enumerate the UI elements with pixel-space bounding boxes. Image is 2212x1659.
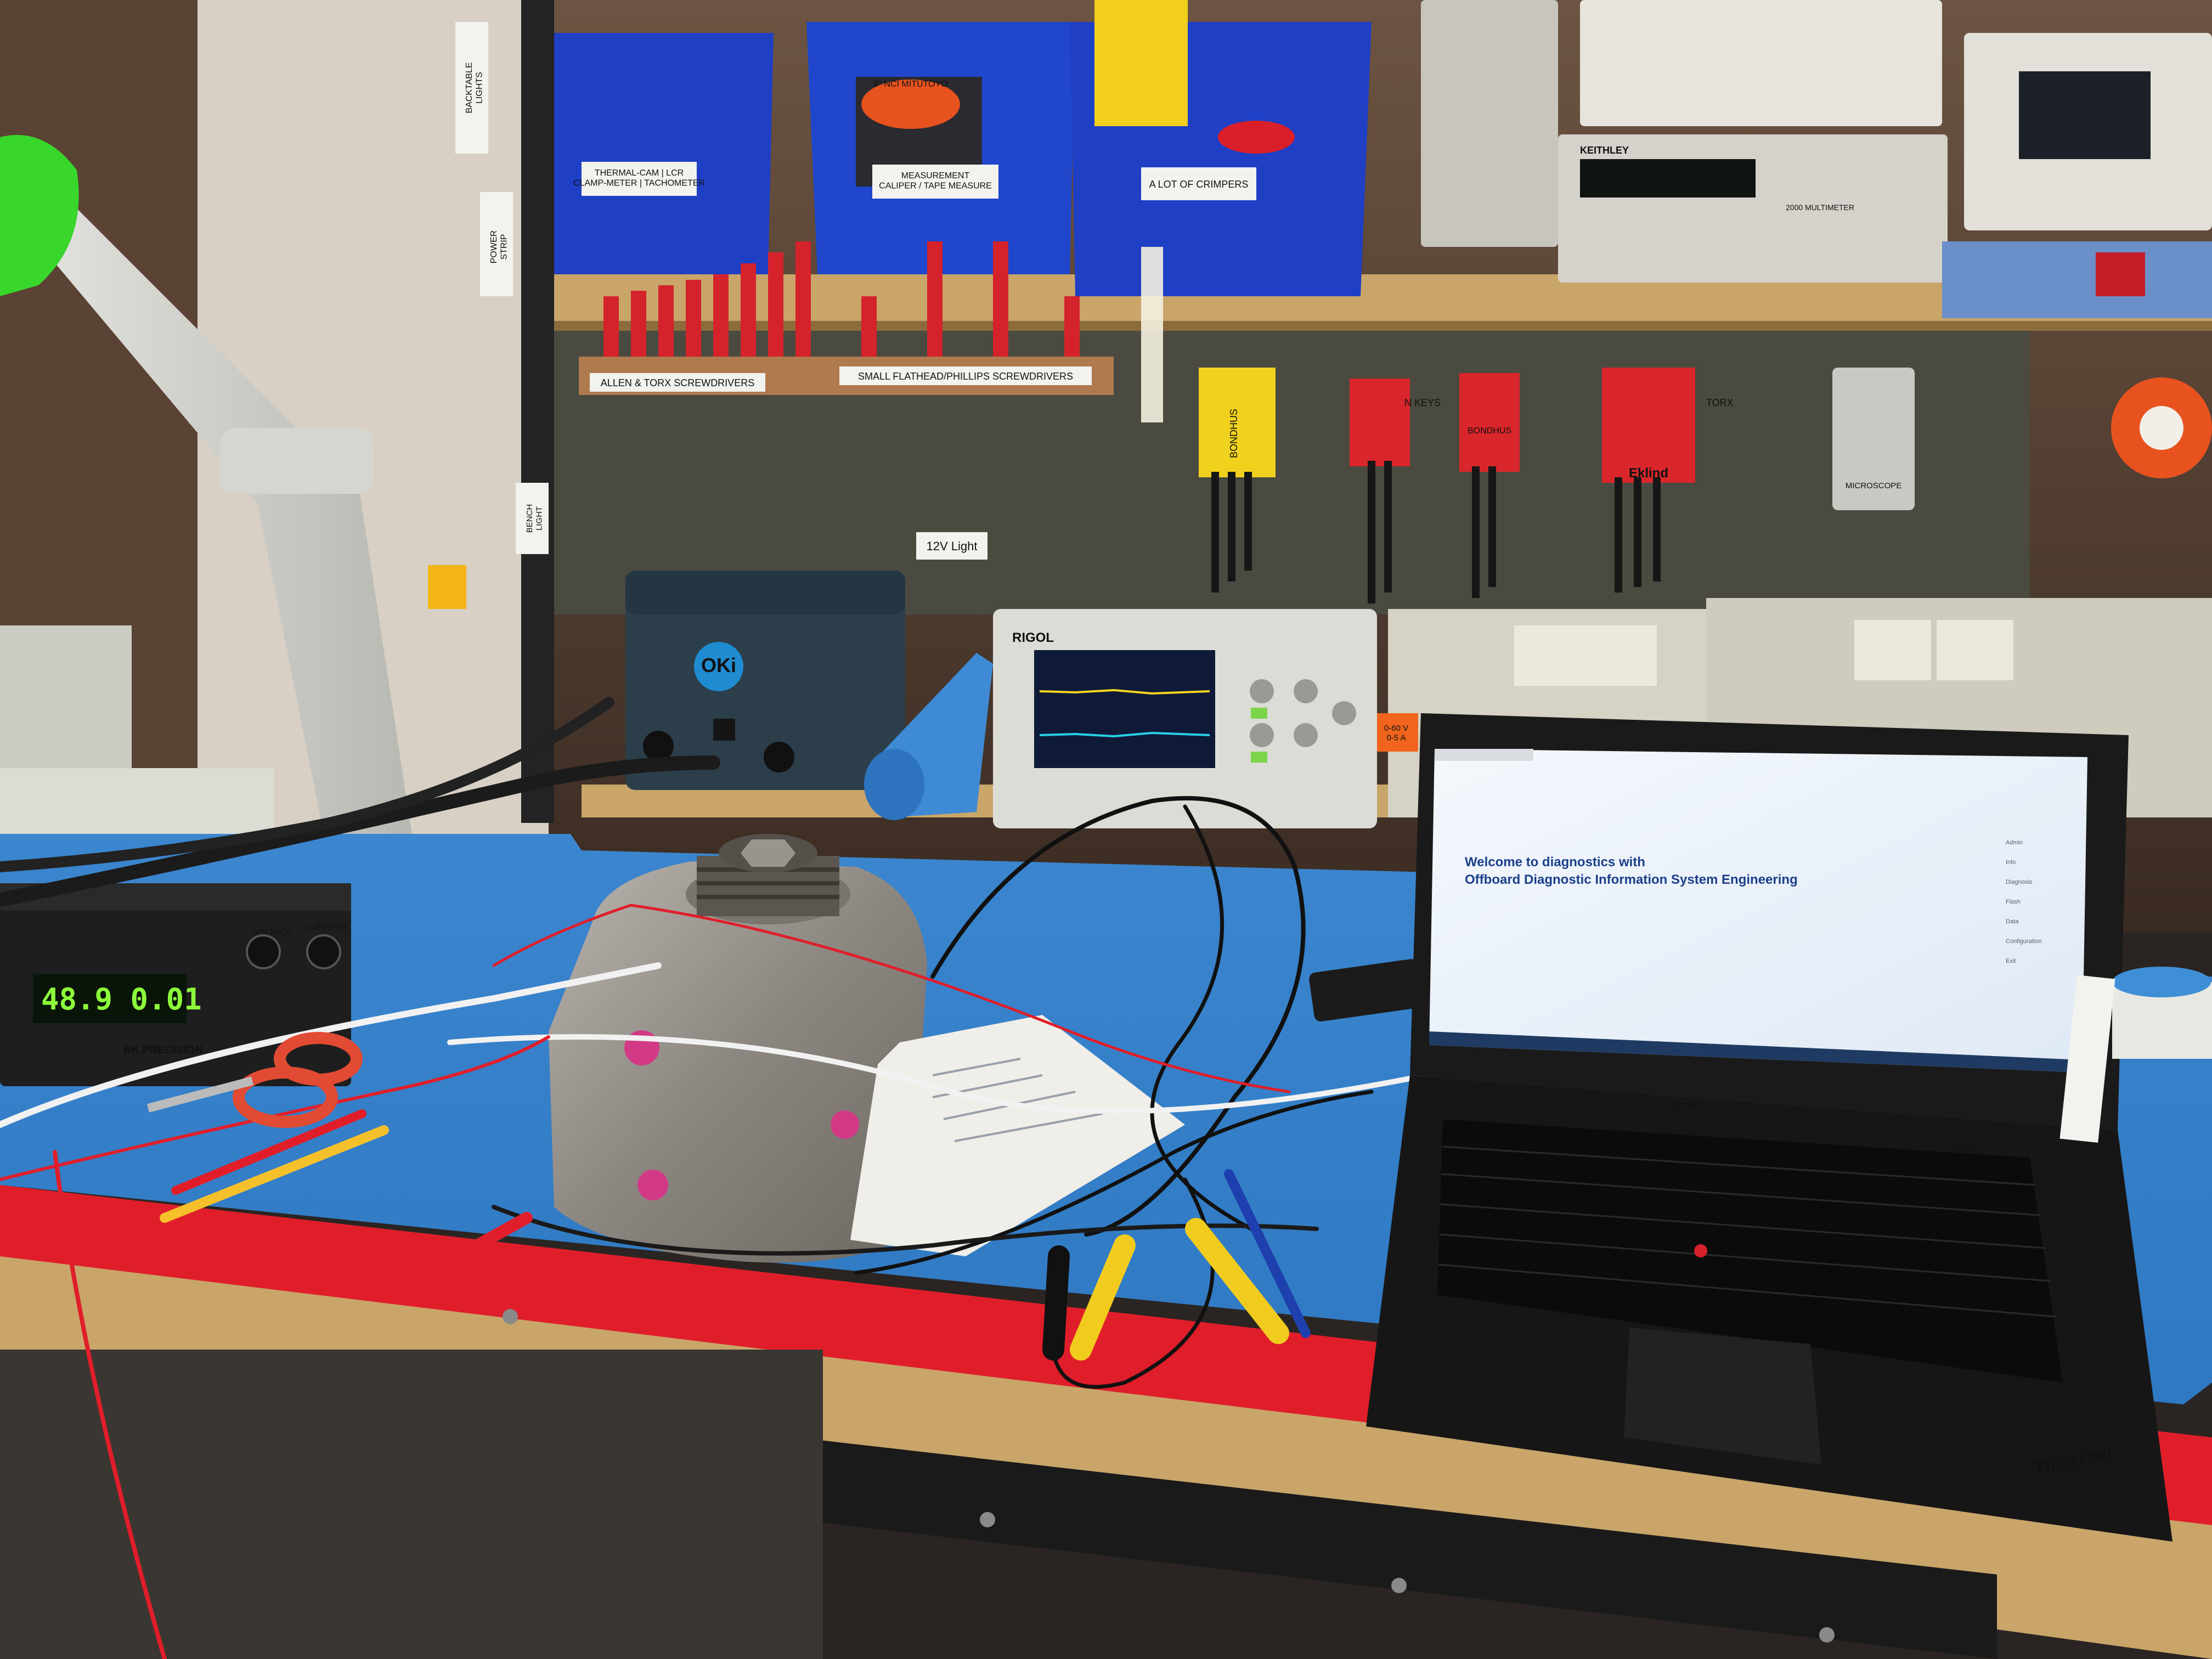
light-tag-label: 12V Light (927, 539, 978, 553)
power-strip-bench (0, 768, 274, 834)
laptop-screen (1429, 749, 2087, 1073)
psu-range-label: 0-60 V 0-5 A (1384, 724, 1408, 742)
screwdrivers-right-label: SMALL FLATHEAD/PHILLIPS SCREWDRIVERS (858, 371, 1073, 382)
bin-crimpers-label: A LOT OF CRIMPERS (1149, 179, 1249, 190)
workbench-photo: THERMAL-CAM | LCR CLAMP-METER | TACHOMETE… (0, 0, 2212, 1659)
lenovo-logo: lenovo (1673, 1100, 1699, 1109)
t430-model: T430 (1953, 1145, 1973, 1154)
jar (2112, 967, 2212, 1059)
keithley-model: 2000 MULTIMETER (1786, 203, 1854, 212)
syringe (1141, 247, 1163, 422)
yellow-probe (428, 565, 466, 609)
keithley-display (1580, 159, 1756, 198)
psu-current-label: CURRENT (304, 923, 347, 932)
bin-crimpers: A LOT OF CRIMPERS (1070, 0, 1372, 296)
power-strip-label: POWERSTRIP (489, 230, 509, 263)
thinkpad-laptop: ThinkPad lenovo T430 (1366, 713, 2172, 1542)
bin-measurement: 8" NCI MITUTOYO MEASUREMENT CALIPER / TAP… (806, 22, 1075, 274)
bondhus-red-label: BONDHUS (1468, 426, 1511, 436)
torx-label: TORX (1706, 397, 1734, 408)
pegboard-strip (521, 0, 554, 823)
psu-display: 48.9 0.01 (41, 982, 202, 1017)
rigol-screen (1034, 650, 1215, 768)
bench-meter-top (1580, 0, 1942, 126)
rigol-oscilloscope: RIGOL (993, 609, 1377, 828)
bondhus-yellow-label: BONDHUS (1228, 409, 1239, 458)
bench-light-label: BENCHLIGHT (525, 504, 544, 533)
microscope-label: MICROSCOPE (1846, 481, 1902, 490)
blue-instrument (1942, 241, 2212, 318)
hex-keys-label: N KEYS (1404, 397, 1441, 408)
keithley-multimeter (1558, 134, 1948, 283)
bk-precision-brand: BK PRECISION (123, 1044, 202, 1056)
left-equipment (0, 625, 132, 779)
screwdrivers-left-label: ALLEN & TORX SCREWDRIVERS (601, 377, 754, 388)
keithley-brand: KEITHLEY (1580, 145, 1629, 156)
rigol-brand: RIGOL (1012, 630, 1054, 645)
trackpoint (1694, 1244, 1707, 1257)
oki-logo: OKi (701, 654, 736, 676)
function-generator (1421, 0, 1558, 247)
bk-precision-psu: 48.9 0.01 VOLTAGE CURRENT BK PRECISION (0, 883, 351, 1086)
bin-thermal: THERMAL-CAM | LCR CLAMP-METER | TACHOMETE… (521, 33, 774, 274)
bin-measurement-top-label: 8" NCI MITUTOYO (873, 80, 947, 89)
